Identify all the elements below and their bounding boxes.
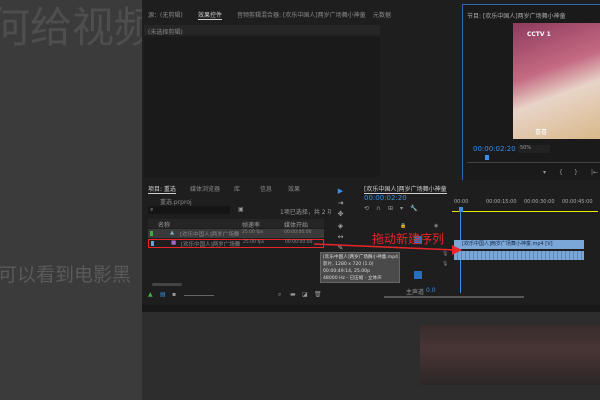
annotation-arrow (313, 243, 462, 255)
arrow-line (313, 243, 457, 251)
arrow-head (452, 245, 462, 255)
